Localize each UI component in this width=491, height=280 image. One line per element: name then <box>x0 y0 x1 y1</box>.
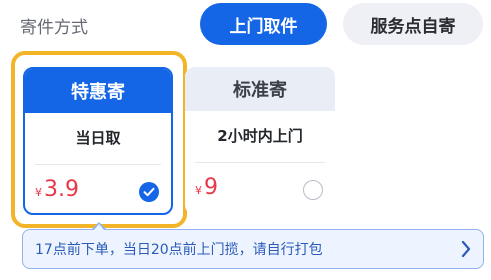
price-value: 3.9 <box>44 177 79 202</box>
option-card-title: 标准寄 <box>185 67 335 111</box>
pointer-arrow-fill <box>94 224 104 230</box>
option-card-subtitle: 当日取 <box>75 129 121 147</box>
shipping-method-panel: 寄件方式 上门取件 服务点自寄 特惠寄 当日取 ¥ 3.9 标准寄 2小时内上门… <box>0 0 491 280</box>
currency-symbol: ¥ <box>35 186 42 199</box>
check-circle-icon[interactable] <box>139 182 159 202</box>
price-value: 9 <box>204 175 218 200</box>
dropoff-button[interactable]: 服务点自寄 <box>343 3 483 45</box>
banner-text: 17点前下单，当日20点前上门揽，请自行打包 <box>35 242 323 258</box>
option-card-subtitle: 2小时内上门 <box>217 127 303 145</box>
option-card-discount[interactable]: 特惠寄 当日取 ¥ 3.9 <box>23 67 173 215</box>
shipping-method-label: 寄件方式 <box>20 18 88 38</box>
card-divider <box>195 162 325 163</box>
card-divider <box>35 164 161 165</box>
pickup-button[interactable]: 上门取件 <box>200 3 327 45</box>
chevron-right-icon <box>461 240 471 262</box>
option-card-title: 特惠寄 <box>25 69 171 113</box>
option-card-standard[interactable]: 标准寄 2小时内上门 ¥ 9 <box>185 67 335 215</box>
pickup-info-banner[interactable]: 17点前下单，当日20点前上门揽，请自行打包 <box>22 229 484 269</box>
option-price: ¥ 9 <box>195 175 218 200</box>
radio-empty-icon[interactable] <box>303 180 323 200</box>
option-price: ¥ 3.9 <box>35 177 79 202</box>
currency-symbol: ¥ <box>195 184 202 197</box>
